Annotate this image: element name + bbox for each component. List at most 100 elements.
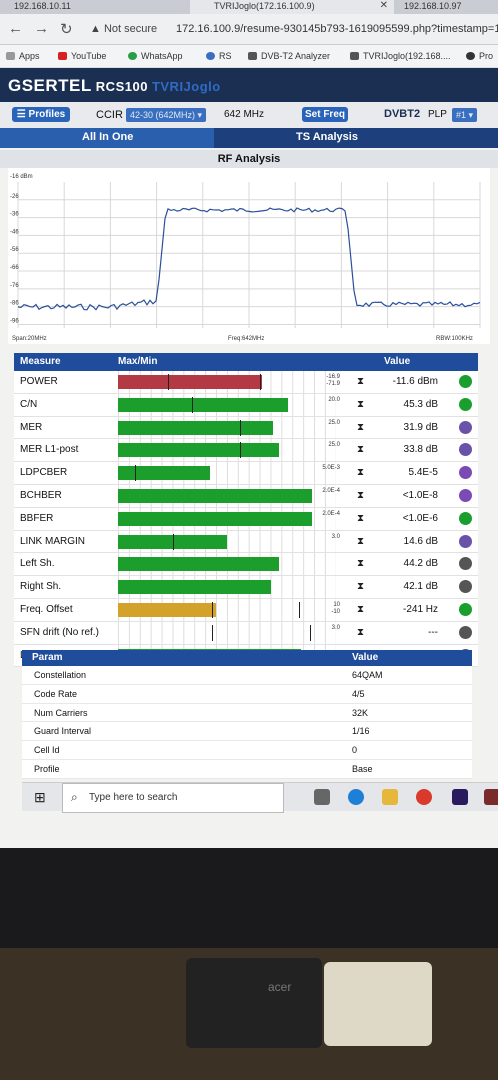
y-tick-label: -66: [10, 265, 19, 271]
tab-title: 192.168.10.97: [404, 1, 462, 11]
url-field[interactable]: 172.16.100.9/resume-930145b793-161909559…: [176, 23, 498, 35]
monitor-bezel: [0, 848, 498, 948]
tab-all-in-one[interactable]: All In One: [82, 131, 133, 143]
param-table-header: Param Value: [22, 650, 472, 666]
channel-select[interactable]: 42-30 (642MHz) ▾: [126, 108, 207, 122]
hourglass-icon[interactable]: ⧗: [357, 422, 364, 433]
hourglass-icon[interactable]: ⧗: [357, 627, 364, 638]
file-explorer-icon[interactable]: [382, 789, 398, 805]
profiles-label: Profiles: [28, 109, 66, 120]
measure-name: LINK MARGIN: [20, 535, 86, 547]
bookmark-apps[interactable]: Apps: [6, 51, 40, 61]
col-maxmin: Max/Min: [118, 356, 158, 367]
hourglass-icon[interactable]: ⧗: [357, 604, 364, 615]
threshold-label: 25.0: [328, 420, 340, 427]
measure-marker: [240, 419, 242, 436]
measure-table-header: Measure Max/Min Value: [14, 353, 478, 371]
hourglass-icon[interactable]: ⧗: [357, 558, 364, 569]
param-key: Constellation: [34, 670, 87, 680]
bookmark-label: Apps: [19, 51, 40, 61]
measure-row: BCHBER 2.0E-4 ⧗ <1.0E-8: [14, 484, 478, 508]
hourglass-icon[interactable]: ⧗: [357, 536, 364, 547]
measure-name: SFN drift (No ref.): [20, 626, 99, 638]
measure-bar-fill: [118, 580, 271, 595]
tab-title: 192.168.10.11: [14, 1, 71, 11]
bookmark-tvri[interactable]: TVRIJoglo(192.168....: [350, 51, 451, 61]
measure-bar: [118, 419, 336, 436]
measure-value: 33.8 dB: [403, 444, 438, 456]
bookmark-label: YouTube: [71, 51, 107, 61]
measure-marker: [240, 442, 242, 459]
status-led-icon: [459, 375, 472, 388]
param-row: Num Carriers 32K: [22, 703, 472, 723]
task-view-icon[interactable]: [314, 789, 330, 805]
chrome-icon[interactable]: [416, 789, 432, 805]
measure-value: 42.1 dB: [403, 581, 438, 593]
param-key: Num Carriers: [34, 707, 88, 718]
bookmark-pro[interactable]: Pro: [466, 51, 493, 61]
measure-value: 14.6 dB: [403, 535, 438, 547]
hourglass-icon[interactable]: ⧗: [357, 376, 364, 387]
forward-icon[interactable]: →: [34, 20, 49, 37]
browser-tab[interactable]: 192.168.10.11: [0, 0, 104, 14]
status-led-icon: [459, 580, 472, 594]
measure-name: C/N: [20, 398, 38, 410]
col-value: Value: [384, 356, 411, 367]
premiere-icon[interactable]: [452, 789, 468, 805]
col-measure: Measure: [20, 356, 61, 367]
threshold-value: 5.0E-3: [322, 465, 340, 472]
measure-row: POWER -16.9 -71.9 ⧗ -11.6 dBm: [14, 371, 478, 394]
tab-ts-analysis[interactable]: TS Analysis: [296, 131, 358, 143]
security-indicator[interactable]: ▲ Not secure: [90, 23, 157, 35]
browser-tab-active[interactable]: TVRIJoglo(172.16.100.9) ✕: [190, 0, 394, 14]
rf-spectrum-plot: -16 dBm -26 -36 -46 -56 -66 -76 -86 -96 Span:20…: [8, 168, 490, 344]
reload-icon[interactable]: ↻: [60, 20, 73, 38]
threshold-label: 2.0E-4: [322, 488, 340, 495]
measure-row: Right Sh. ⧗ 42.1 dB: [14, 576, 478, 599]
measure-row: BBFER 2.0E-4 ⧗ <1.0E-6: [14, 507, 478, 531]
measure-bar-fill: [118, 466, 210, 481]
hourglass-icon[interactable]: ⧗: [357, 513, 364, 524]
hourglass-icon[interactable]: ⧗: [357, 490, 364, 501]
y-tick-label: -86: [10, 301, 19, 307]
measure-bar-fill: [118, 375, 262, 389]
measure-bar: [118, 488, 336, 503]
threshold-value: 2.0E-4: [322, 510, 340, 517]
model-name: RCS100: [95, 79, 148, 94]
status-led-icon: [459, 511, 472, 525]
hourglass-icon[interactable]: ⧗: [357, 581, 364, 592]
y-unit-label: -16 dBm: [10, 174, 33, 180]
col-param: Param: [32, 652, 63, 663]
browser-tab[interactable]: 192.168.10.97: [378, 0, 498, 14]
threshold-label: 3.0: [332, 534, 340, 541]
edge-icon[interactable]: [348, 789, 364, 805]
profiles-button[interactable]: ☰ Profiles: [12, 107, 70, 122]
dvbt2-logo: DVBT2: [384, 108, 421, 120]
threshold-value: -71.9: [326, 381, 340, 387]
param-value: 1/16: [352, 726, 370, 737]
back-icon[interactable]: ←: [8, 20, 23, 37]
measure-name: LDPCBER: [20, 467, 68, 479]
status-led-icon: [459, 488, 472, 502]
set-freq-button[interactable]: Set Freq: [302, 107, 348, 122]
bookmark-dvb[interactable]: DVB-T2 Analyzer: [248, 51, 330, 61]
bookmark-rs[interactable]: RS: [206, 51, 232, 61]
hourglass-icon[interactable]: ⧗: [357, 467, 364, 478]
standard-label: CCIR: [96, 109, 123, 121]
threshold-value: 20.0: [328, 396, 340, 403]
hourglass-icon[interactable]: ⧗: [357, 444, 364, 455]
windows-start-icon[interactable]: ⊞: [34, 789, 46, 806]
threshold-label: 3.0: [332, 625, 340, 632]
plp-select[interactable]: #1 ▾: [452, 108, 478, 122]
threshold-label: -16.9 -71.9: [326, 374, 340, 388]
measure-name: BBFER: [20, 512, 54, 524]
measure-bar-fill: [118, 488, 313, 503]
rbw-label: RBW:100KHz: [436, 336, 473, 342]
bookmark-whatsapp[interactable]: WhatsApp: [128, 51, 183, 61]
app-icon[interactable]: [484, 789, 498, 805]
hourglass-icon[interactable]: ⧗: [357, 399, 364, 410]
measure-name: Left Sh.: [20, 558, 55, 570]
taskbar-search[interactable]: ⌕ Type here to search: [62, 783, 284, 813]
globe-icon: [466, 52, 475, 60]
bookmark-youtube[interactable]: YouTube: [58, 51, 106, 61]
